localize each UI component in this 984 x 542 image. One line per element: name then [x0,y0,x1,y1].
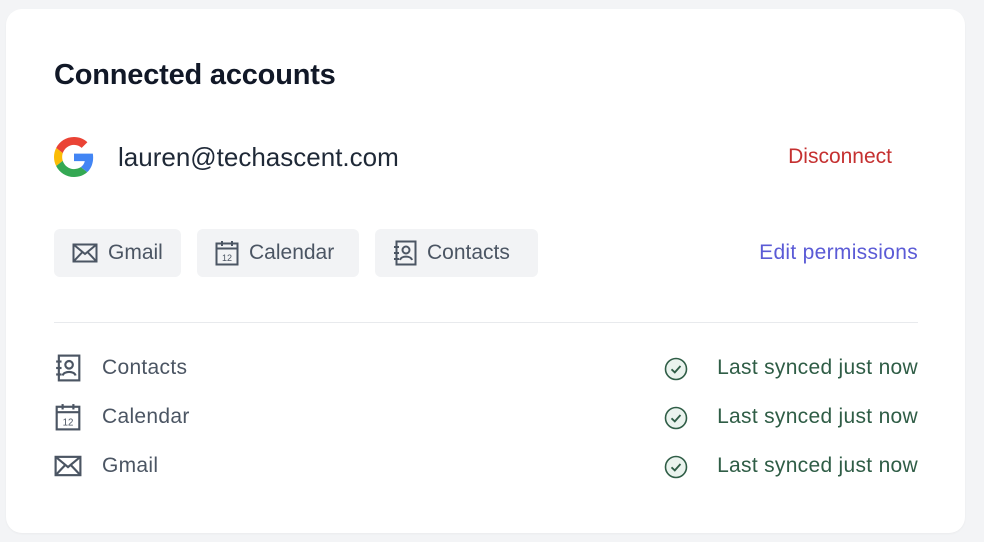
sync-list: Contacts Last synced just now 12 Calenda… [54,353,918,500]
sync-label: Contacts [102,356,188,379]
contacts-icon [56,354,81,382]
check-circle-icon [664,406,688,430]
mail-icon [54,455,82,477]
mail-icon [72,243,98,263]
edit-permissions-link[interactable]: Edit permissions [759,241,918,265]
svg-text:12: 12 [63,418,74,429]
divider [54,322,918,323]
account-email: lauren@techascent.com [118,142,399,172]
sync-status: Last synced just now [717,454,918,477]
sync-status: Last synced just now [717,356,918,379]
svg-text:12: 12 [222,253,232,263]
calendar-icon: 12 [215,241,239,266]
google-logo-icon [54,137,94,177]
disconnect-button[interactable]: Disconnect [788,145,892,169]
account-row: lauren@techascent.com Disconnect [54,137,918,179]
permission-chip-calendar[interactable]: 12 Calendar [197,229,359,277]
connected-accounts-card: Connected accounts lauren@techascent.com… [6,9,965,533]
permission-chip-label: Contacts [427,241,510,264]
permission-chip-label: Calendar [249,241,335,264]
sync-label: Gmail [102,454,159,477]
permission-chip-contacts[interactable]: Contacts [375,229,538,277]
permission-chip-label: Gmail [108,241,163,264]
permission-chip-gmail[interactable]: Gmail [54,229,181,277]
check-circle-icon [664,455,688,479]
sync-row-contacts: Contacts Last synced just now [54,353,918,402]
permission-chips: Gmail 12 Calendar Contacts Edit permissi… [54,229,918,277]
calendar-icon: 12 [55,404,81,431]
sync-row-calendar: 12 Calendar Last synced just now [54,402,918,451]
check-circle-icon [664,357,688,381]
contacts-icon [394,240,417,266]
sync-status: Last synced just now [717,405,918,428]
sync-label: Calendar [102,405,190,428]
sync-row-gmail: Gmail Last synced just now [54,451,918,500]
card-title: Connected accounts [54,59,336,91]
